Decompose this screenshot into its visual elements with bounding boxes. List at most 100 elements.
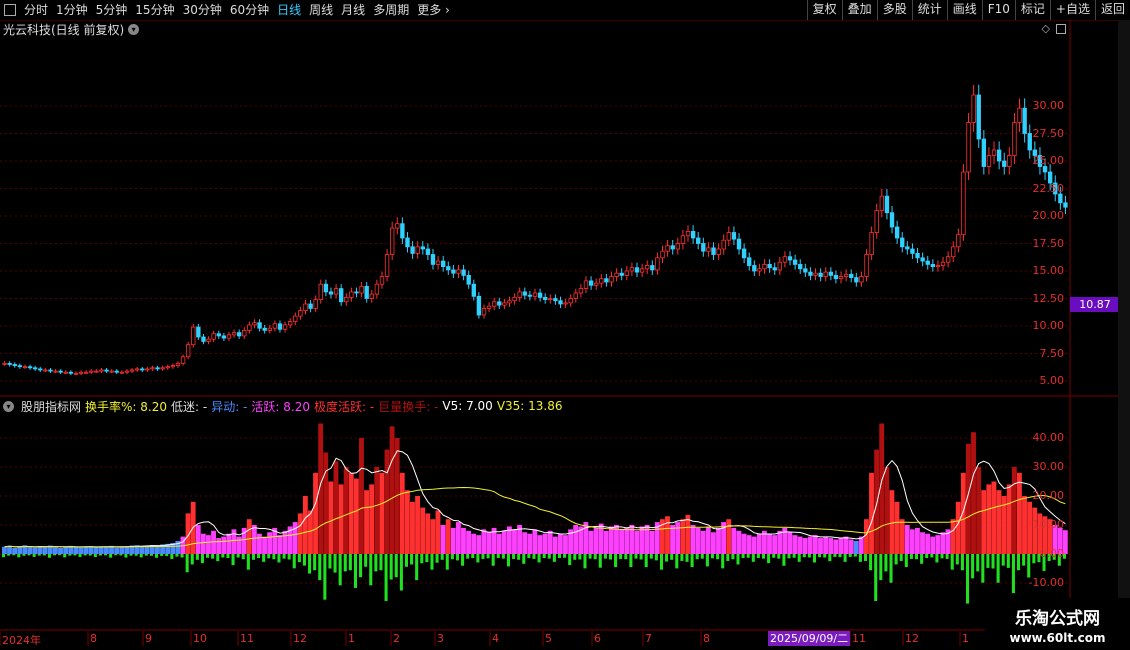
candle-body [471, 283, 476, 297]
turnover-neg-bar [338, 554, 342, 586]
turnover-bar [481, 529, 487, 554]
turnover-bar [608, 526, 614, 554]
turnover-bar [353, 478, 359, 554]
turnover-bar [471, 533, 477, 554]
turnover-neg-bar [705, 554, 709, 567]
turnover-bar [522, 532, 528, 554]
turnover-neg-bar [379, 554, 383, 571]
candle-body [629, 267, 635, 272]
turnover-neg-bar [501, 554, 505, 559]
candle-body [849, 273, 854, 278]
candle-body [650, 265, 655, 271]
candle-body [757, 268, 762, 272]
turnover-bar [716, 527, 721, 554]
candle-body [940, 261, 946, 266]
candle-body [252, 322, 257, 326]
turnover-bar [588, 530, 594, 554]
turnover-bar [139, 546, 145, 554]
turnover-neg-bar [359, 554, 363, 578]
candle-body [665, 245, 670, 252]
turnover-bar [619, 529, 625, 554]
turnover-bar [573, 525, 579, 554]
turnover-bar [461, 527, 466, 554]
candle-body [374, 283, 380, 295]
price-tick-label: 5.00 [1039, 374, 1065, 387]
turnover-bar [73, 547, 79, 554]
turnover-bar [404, 490, 410, 554]
turnover-bar [639, 526, 645, 554]
candle-body [624, 270, 629, 276]
turnover-bar [1016, 472, 1022, 554]
candle-body [486, 305, 492, 309]
turnover-neg-bar [614, 554, 618, 568]
candle-body [879, 195, 885, 211]
turnover-bar [308, 510, 313, 554]
turnover-bar [364, 490, 369, 554]
candle-body [89, 370, 94, 373]
candle-body [68, 371, 74, 374]
turnover-neg-bar [481, 554, 485, 559]
turnover-neg-bar [960, 554, 964, 571]
turnover-bar [624, 527, 630, 554]
turnover-neg-bar [731, 554, 735, 560]
candle-body [236, 332, 242, 337]
candle-body [951, 246, 956, 258]
turnover-neg-bar [353, 554, 357, 588]
turnover-bar [680, 519, 686, 554]
candle-body [553, 298, 558, 302]
turnover-neg-bar [670, 554, 674, 560]
candle-body [226, 334, 232, 339]
candle-body [338, 288, 344, 303]
turnover-neg-bar [588, 554, 592, 559]
candle-body [1007, 155, 1012, 167]
turnover-bar [440, 525, 446, 554]
turnover-bar [251, 525, 257, 554]
turnover-bar [476, 535, 482, 554]
turnover-bar [705, 526, 711, 554]
turnover-neg-bar [272, 554, 276, 560]
brand-title: 乐淘公式网 [1015, 609, 1100, 629]
turnover-neg-bar [22, 554, 26, 556]
candle-body [451, 269, 456, 274]
candle-body [231, 332, 237, 336]
turnover-neg-bar [109, 554, 113, 558]
turnover-bar [996, 490, 1002, 554]
indicator-field-0: 换手率%: 8.20 [85, 399, 167, 414]
side-info-strip[interactable] [1118, 20, 1130, 640]
turnover-neg-bar [741, 554, 745, 559]
turnover-neg-bar [12, 554, 16, 556]
candle-body [594, 282, 599, 286]
candle-body [476, 295, 482, 316]
candle-body [537, 292, 543, 298]
candle-body [441, 260, 446, 268]
candle-body [859, 276, 864, 283]
candle-body [379, 276, 385, 285]
turnover-neg-bar [486, 554, 490, 559]
date-tick-label: 6 [594, 632, 601, 645]
turnover-bar [833, 539, 839, 554]
turnover-neg-bar [27, 554, 31, 556]
turnover-bar [425, 513, 431, 554]
turnover-neg-bar [461, 554, 465, 566]
turnover-neg-bar [471, 554, 475, 559]
candle-body [1022, 107, 1027, 134]
turnover-neg-bar [879, 554, 883, 581]
turnover-bar [634, 530, 640, 554]
turnover-neg-bar [940, 554, 944, 559]
turnover-bar [812, 535, 818, 554]
turnover-neg-bar [318, 554, 322, 581]
chevron-down-icon[interactable]: ▾ [3, 400, 14, 412]
turnover-neg-bar [904, 554, 908, 568]
candle-body [267, 327, 272, 331]
turnover-bar [675, 522, 681, 554]
turnover-bar [323, 452, 329, 554]
candle-body [645, 265, 650, 270]
candle-body [915, 252, 920, 259]
turnover-neg-bar [552, 554, 556, 562]
turnover-bar [221, 536, 227, 554]
turnover-bar [236, 536, 242, 554]
turnover-neg-bar [124, 554, 128, 558]
turnover-bar [374, 467, 380, 554]
turnover-bar [991, 481, 997, 554]
turnover-bar [206, 535, 211, 554]
